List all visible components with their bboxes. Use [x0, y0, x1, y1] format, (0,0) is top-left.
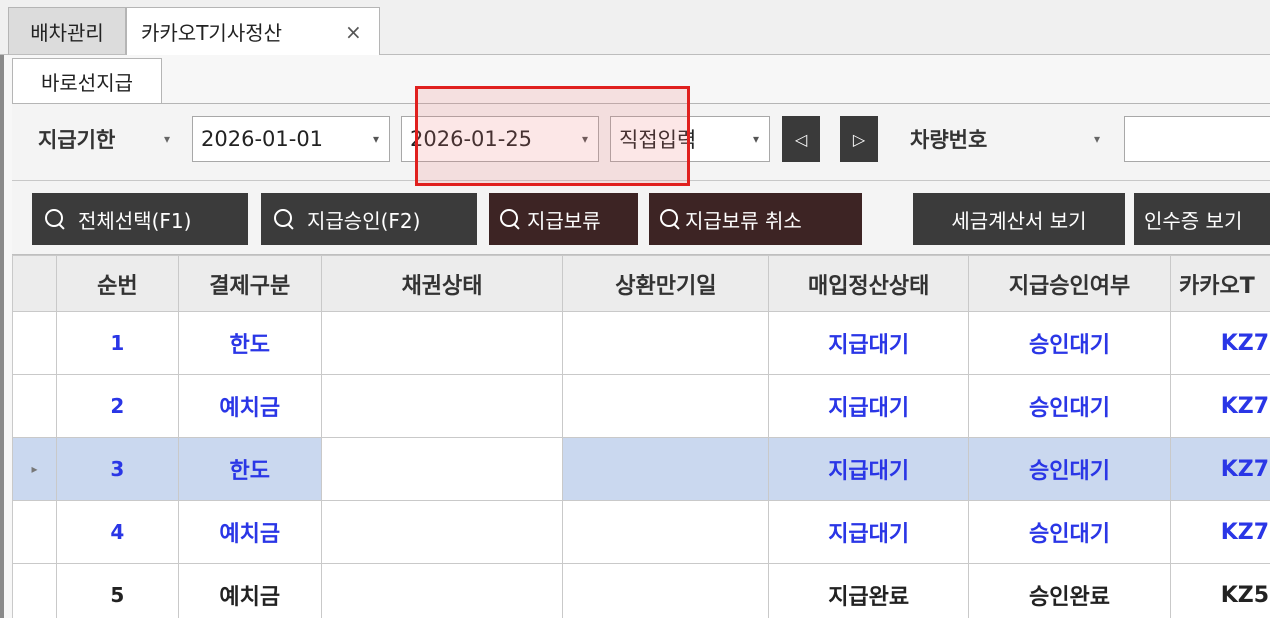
table-row[interactable]: 1 한도 지급대기 승인대기 KZ7: [12, 311, 1270, 375]
action-toolbar: 전체선택(F1) 지급승인(F2) 지급보류 지급보류 취소 세금계산서 보기 …: [12, 180, 1270, 254]
triangle-left-icon: ◁: [794, 129, 808, 149]
highlight-box: [415, 86, 690, 186]
row-indicator[interactable]: [12, 311, 57, 375]
settlement-grid: 순번 결제구분 채권상태 상환만기일 매입정산상태 지급승인여부 카카오T 1 …: [12, 254, 1270, 618]
column-header[interactable]: 순번: [55, 255, 179, 312]
table-header-row: 순번 결제구분 채권상태 상환만기일 매입정산상태 지급승인여부 카카오T: [12, 255, 1270, 312]
cell-bond-status[interactable]: [320, 500, 564, 564]
cell-bond-status[interactable]: [320, 311, 564, 375]
chevron-down-icon[interactable]: ▾: [373, 132, 379, 146]
column-header[interactable]: 매입정산상태: [768, 255, 970, 312]
cell-no[interactable]: 4: [55, 500, 179, 564]
cell-no[interactable]: 5: [55, 563, 179, 618]
cell-no[interactable]: 3: [55, 437, 179, 501]
cell-pay-type[interactable]: 예치금: [177, 500, 322, 564]
cell-kakao-id[interactable]: KZ5: [1169, 563, 1270, 618]
cell-pay-type[interactable]: 한도: [177, 311, 322, 375]
start-date-field[interactable]: 2026-01-01 ▾: [192, 116, 390, 162]
start-date-value: 2026-01-01: [201, 127, 324, 151]
column-header[interactable]: 채권상태: [320, 255, 564, 312]
chevron-down-icon[interactable]: ▾: [1094, 132, 1100, 146]
tab-label: 배차관리: [30, 20, 104, 45]
row-indicator[interactable]: [12, 500, 57, 564]
column-header[interactable]: 지급승인여부: [968, 255, 1171, 312]
cell-pay-type[interactable]: 예치금: [177, 374, 322, 438]
search-icon: [44, 208, 66, 230]
table-row[interactable]: 5 예치금 지급완료 승인완료 KZ5: [12, 563, 1270, 618]
button-label: 세금계산서 보기: [951, 208, 1087, 233]
button-label: 지급보류: [527, 208, 601, 233]
view-tax-invoice-button[interactable]: 세금계산서 보기: [913, 193, 1125, 245]
column-header[interactable]: 결제구분: [177, 255, 322, 312]
column-header[interactable]: 상환만기일: [562, 255, 770, 312]
cell-no[interactable]: 2: [55, 374, 179, 438]
close-icon[interactable]: ×: [345, 20, 362, 44]
search-icon: [659, 208, 681, 230]
row-indicator[interactable]: [12, 563, 57, 618]
column-header[interactable]: 카카오T: [1169, 255, 1270, 312]
cell-due-date[interactable]: [562, 311, 770, 375]
cell-pay-type[interactable]: 예치금: [177, 563, 322, 618]
cell-due-date[interactable]: [562, 437, 770, 501]
cancel-hold-button[interactable]: 지급보류 취소: [649, 193, 862, 245]
cell-bond-status[interactable]: [320, 374, 564, 438]
cell-due-date[interactable]: [562, 563, 770, 618]
cell-approval-status[interactable]: 승인대기: [968, 311, 1171, 375]
chevron-down-icon[interactable]: ▾: [164, 132, 170, 146]
cell-no[interactable]: 1: [55, 311, 179, 375]
cell-approval-status[interactable]: 승인대기: [968, 374, 1171, 438]
button-label: 지급보류 취소: [685, 208, 802, 233]
button-label: 인수증 보기: [1144, 208, 1243, 233]
view-receipt-button[interactable]: 인수증 보기: [1134, 193, 1270, 245]
cell-due-date[interactable]: [562, 374, 770, 438]
cell-kakao-id[interactable]: KZ7: [1169, 374, 1270, 438]
vehicle-number-label: 차량번호: [910, 128, 988, 152]
vehicle-number-input[interactable]: [1124, 116, 1270, 162]
prev-period-button[interactable]: ◁: [782, 116, 820, 162]
hold-payment-button[interactable]: 지급보류: [489, 193, 638, 245]
subtab-instant-payment[interactable]: 바로선지급: [12, 58, 162, 104]
cell-pay-type[interactable]: 한도: [177, 437, 322, 501]
button-label: 지급승인(F2): [307, 208, 421, 233]
tab-label: 카카오T기사정산: [141, 21, 283, 45]
tab-kakao-driver-settlement[interactable]: 카카오T기사정산 ×: [126, 7, 380, 56]
search-icon: [273, 208, 295, 230]
cell-settlement-status[interactable]: 지급완료: [768, 563, 970, 618]
chevron-down-icon[interactable]: ▾: [753, 132, 759, 146]
table-row[interactable]: 2 예치금 지급대기 승인대기 KZ7: [12, 374, 1270, 438]
cell-settlement-status[interactable]: 지급대기: [768, 374, 970, 438]
tab-bar: 배차관리 카카오T기사정산 ×: [0, 0, 1270, 56]
tab-dispatch-management[interactable]: 배차관리: [8, 7, 126, 55]
table-row[interactable]: 4 예치금 지급대기 승인대기 KZ7: [12, 500, 1270, 564]
table-row-selected[interactable]: ▸ 3 한도 지급대기 승인대기 KZ7: [12, 437, 1270, 501]
row-indicator-arrow[interactable]: ▸: [12, 437, 57, 501]
cell-kakao-id[interactable]: KZ7: [1169, 500, 1270, 564]
button-label: 전체선택(F1): [78, 208, 192, 233]
row-indicator-header: [12, 255, 57, 312]
period-label: 지급기한: [38, 128, 116, 152]
row-indicator[interactable]: [12, 374, 57, 438]
settlement-table: 순번 결제구분 채권상태 상환만기일 매입정산상태 지급승인여부 카카오T 1 …: [12, 255, 1270, 618]
cell-approval-status[interactable]: 승인대기: [968, 500, 1171, 564]
approve-payment-button[interactable]: 지급승인(F2): [261, 193, 477, 245]
cell-settlement-status[interactable]: 지급대기: [768, 437, 970, 501]
next-period-button[interactable]: ▷: [840, 116, 878, 162]
triangle-right-icon: ▷: [852, 129, 866, 149]
select-all-button[interactable]: 전체선택(F1): [32, 193, 248, 245]
cell-kakao-id[interactable]: KZ7: [1169, 437, 1270, 501]
search-icon: [499, 208, 521, 230]
cell-kakao-id[interactable]: KZ7: [1169, 311, 1270, 375]
cell-approval-status[interactable]: 승인대기: [968, 437, 1171, 501]
cell-approval-status[interactable]: 승인완료: [968, 563, 1171, 618]
cell-bond-status-focused[interactable]: [320, 437, 564, 501]
cell-bond-status[interactable]: [320, 563, 564, 618]
cell-due-date[interactable]: [562, 500, 770, 564]
cell-settlement-status[interactable]: 지급대기: [768, 311, 970, 375]
subtab-label: 바로선지급: [41, 70, 133, 95]
cell-settlement-status[interactable]: 지급대기: [768, 500, 970, 564]
